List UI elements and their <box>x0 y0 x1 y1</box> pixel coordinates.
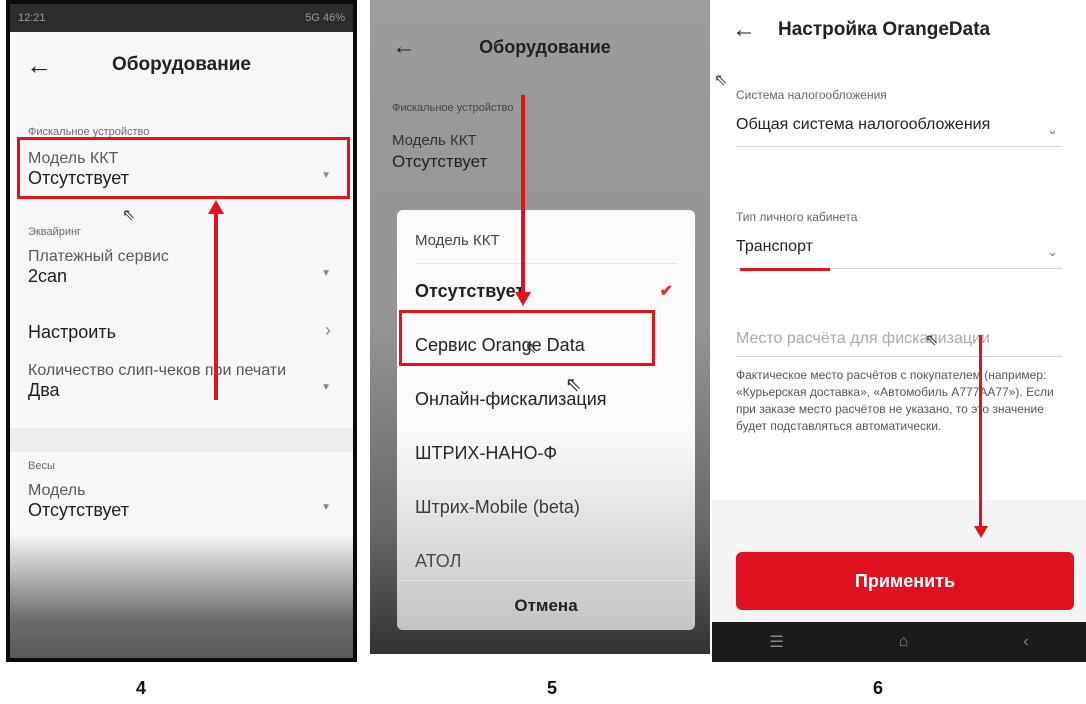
arrow-up-line <box>214 210 218 400</box>
check-icon: ✔ <box>659 283 673 300</box>
settlement-place-input[interactable]: Место расчёта для фискализации <box>736 330 1062 348</box>
dropdown-caret-icon: ▼ <box>321 268 331 279</box>
slip-count-field[interactable]: Количество слип-чеков при печати Два ▼ <box>10 362 353 418</box>
option-online-fiscal[interactable]: Онлайн-фискализация <box>397 372 695 426</box>
option-shtrih-nano[interactable]: ШТРИХ-НАНО-Ф <box>397 426 695 480</box>
settings-form: Система налогообложения Общая система на… <box>712 60 1086 500</box>
screen-fade <box>10 534 353 658</box>
tax-system-field[interactable]: Система налогообложения Общая система на… <box>736 88 1062 147</box>
step-number: 6 <box>873 678 884 698</box>
back-arrow-icon[interactable]: ← <box>392 33 432 61</box>
cancel-button[interactable]: Отмена <box>397 580 695 630</box>
bg-section-fiscal: Фискальное устройство <box>392 102 514 114</box>
configure-label: Настроить <box>28 321 116 342</box>
menu-icon[interactable]: ☰ <box>769 632 783 652</box>
tax-system-value: Общая система налогообложения <box>736 116 991 133</box>
section-gap <box>10 428 353 452</box>
payment-service-value: 2can <box>28 266 68 286</box>
status-bar: 12:21 5G 46% <box>10 4 353 32</box>
section-scales: Весы <box>28 460 55 472</box>
dialog-title: Модель ККТ <box>415 232 500 249</box>
mouse-cursor-icon: ⇖ <box>122 207 136 224</box>
mouse-cursor-icon: ⇖ <box>525 340 539 357</box>
tax-system-label: Система налогообложения <box>736 88 887 102</box>
back-arrow-icon[interactable]: ← <box>26 50 66 81</box>
slip-count-value: Два <box>28 380 60 400</box>
mouse-cursor-icon: ⇖ <box>925 332 939 349</box>
step-number: 4 <box>136 678 147 698</box>
app-bar: ← Оборудование <box>370 22 710 72</box>
arrow-down-head-icon <box>515 292 531 306</box>
highlight-underline <box>740 268 830 271</box>
option-label: Штрих-Mobile (beta) <box>415 496 580 517</box>
chevron-down-icon: ⌄ <box>1047 244 1058 259</box>
settlement-place-field[interactable]: Место расчёта для фискализации Фактическ… <box>736 330 1062 435</box>
dropdown-caret-icon: ▼ <box>321 382 331 393</box>
arrow-up-head-icon <box>208 200 224 214</box>
app-bar: ← Оборудование <box>10 32 353 98</box>
app-bar: ← Настройка OrangeData <box>712 0 1086 60</box>
back-icon[interactable]: ‹ <box>1023 633 1028 651</box>
page-title: Оборудование <box>479 36 611 57</box>
field-underline <box>736 146 1062 147</box>
arrow-down-line <box>521 95 525 295</box>
chevron-down-icon: ⌄ <box>1047 122 1058 137</box>
option-shtrih-mobile[interactable]: Штрих-Mobile (beta) <box>397 480 695 534</box>
cabinet-type-field[interactable]: Тип личного кабинета Транспорт ⌄ <box>736 210 1062 269</box>
mouse-cursor-icon: ⇖ <box>565 374 582 396</box>
cabinet-type-label: Тип личного кабинета <box>736 210 858 224</box>
step-number: 5 <box>547 678 558 698</box>
bg-kkt-label: Модель ККТ <box>392 132 477 149</box>
dropdown-caret-icon: ▼ <box>321 502 331 513</box>
option-label: Отсутствует <box>415 280 525 301</box>
status-time: 12:21 <box>18 12 46 24</box>
page-title: Настройка OrangeData <box>778 19 991 40</box>
field-underline <box>736 356 1062 357</box>
bg-kkt-value: Отсутствует <box>392 152 488 171</box>
phone-screen-orangedata-settings: ← Настройка OrangeData Система налогообл… <box>712 0 1086 662</box>
cabinet-type-value: Транспорт <box>736 238 813 255</box>
payment-service-field[interactable]: Платежный сервис 2can ▼ <box>10 248 353 304</box>
status-icons: 5G 46% <box>305 12 345 24</box>
arrow-down-head-icon <box>974 526 988 538</box>
option-label: ШТРИХ-НАНО-Ф <box>415 442 558 463</box>
scales-model-field[interactable]: Модель Отсутствует ▼ <box>10 482 353 538</box>
chevron-right-icon: › <box>325 320 331 340</box>
settlement-place-helper: Фактическое место расчётов с покупателем… <box>736 368 1054 433</box>
scales-model-label: Модель <box>28 482 86 499</box>
home-icon[interactable]: ⌂ <box>899 633 909 651</box>
phone-screen-equipment: 12:21 5G 46% ← Оборудование Фискальное у… <box>6 0 357 662</box>
kkt-model-dialog: Модель ККТ Отсутствует ✔ Сервис Orange D… <box>397 210 695 630</box>
apply-button[interactable]: Применить <box>736 552 1074 610</box>
arrow-down-line <box>979 335 982 530</box>
back-arrow-icon[interactable]: ← <box>732 16 778 44</box>
mouse-cursor-icon: ⇖ <box>714 72 728 89</box>
system-nav-bar: ☰ ⌂ ‹ <box>712 622 1086 662</box>
option-label: АТОЛ <box>415 550 462 571</box>
payment-service-label: Платежный сервис <box>28 248 169 265</box>
slip-count-label: Количество слип-чеков при печати <box>28 362 287 379</box>
section-acquiring: Эквайринг <box>28 226 82 238</box>
highlight-box-kkt <box>17 137 350 199</box>
scales-model-value: Отсутствует <box>28 500 129 520</box>
configure-row[interactable]: Настроить › <box>10 310 353 354</box>
page-title: Оборудование <box>112 54 251 75</box>
